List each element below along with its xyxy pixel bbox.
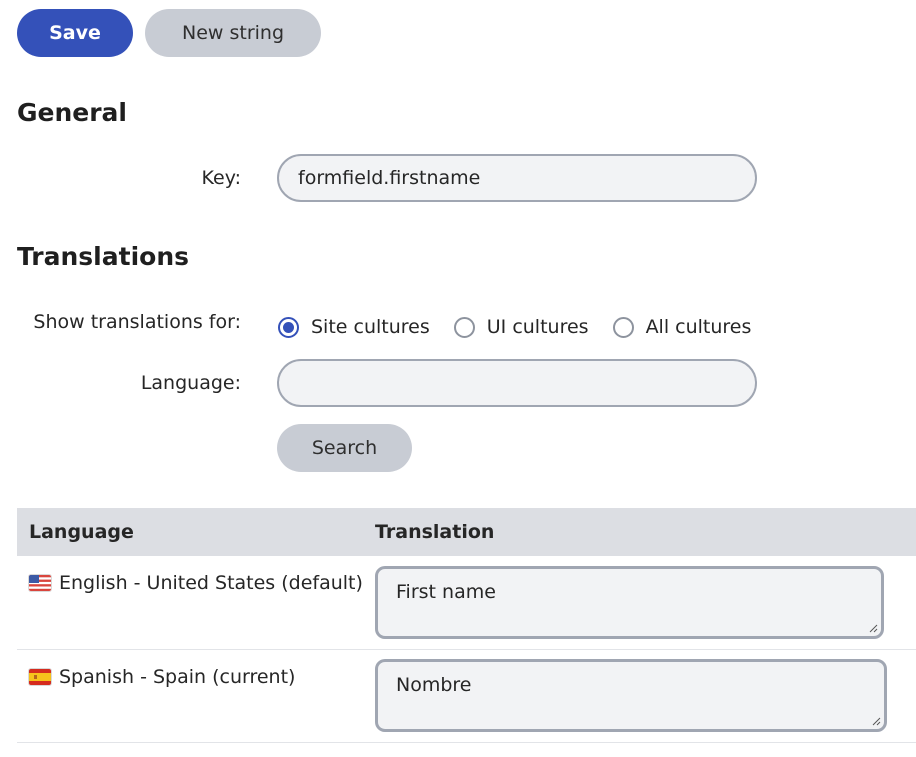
table-row: English - United States (default) First … [17,556,916,650]
language-name: English - United States (default) [59,572,363,594]
resize-grip-icon[interactable] [868,623,878,633]
radio-all-cultures[interactable]: All cultures [612,316,752,338]
column-header-translation[interactable]: Translation [375,521,494,543]
radio-label: UI cultures [486,316,589,338]
radio-button[interactable] [612,316,634,338]
translation-text: Nombre [396,674,472,696]
column-header-language[interactable]: Language [29,521,134,543]
table-row: Spanish - Spain (current) Nombre [17,650,916,743]
language-input[interactable] [277,359,757,407]
resize-grip-icon[interactable] [871,716,881,726]
radio-button[interactable] [453,316,475,338]
radio-button-checked[interactable] [278,316,299,338]
radio-site-cultures[interactable]: Site cultures [278,316,430,338]
culture-radio-group: Site cultures UI cultures All cultures [278,316,775,338]
us-flag-icon [29,575,51,591]
key-label: Key: [201,167,241,189]
language-name: Spanish - Spain (current) [59,666,296,688]
grid-header: Language Translation [17,508,916,556]
translation-textarea[interactable]: Nombre [375,659,887,732]
save-button[interactable]: Save [17,9,133,57]
es-flag-icon [29,669,51,685]
language-cell: Spanish - Spain (current) [29,666,295,688]
general-heading: General [17,98,127,127]
radio-label: All cultures [645,316,752,338]
language-label: Language: [140,372,241,394]
radio-label: Site cultures [311,316,430,338]
translations-heading: Translations [17,242,189,271]
translation-textarea[interactable]: First name [375,566,884,639]
radio-ui-cultures[interactable]: UI cultures [453,316,589,338]
translation-text: First name [396,581,496,603]
show-translations-label: Show translations for: [33,311,241,333]
language-cell: English - United States (default) [29,572,363,594]
new-string-button[interactable]: New string [145,9,321,57]
key-input[interactable] [277,154,757,202]
search-button[interactable]: Search [277,424,412,472]
